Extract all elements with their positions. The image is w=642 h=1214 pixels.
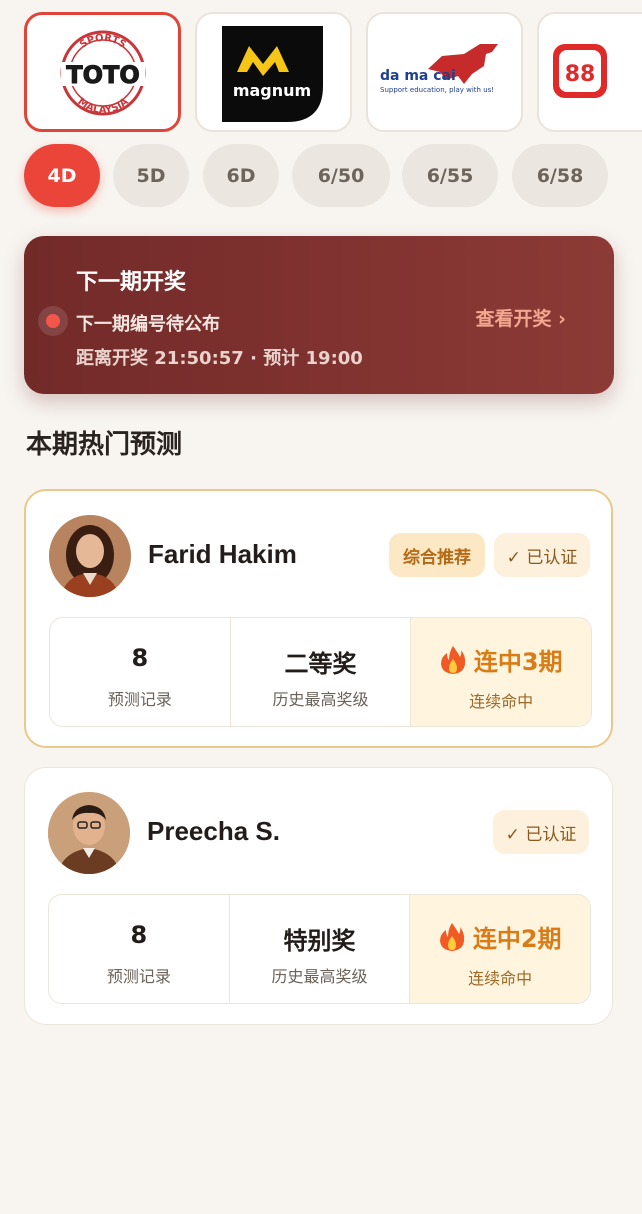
stat-best-prize: 二等奖 历史最高奖级 <box>231 618 412 726</box>
tab-5d[interactable]: 5D <box>113 144 189 207</box>
operator-magnum[interactable]: magnum <box>195 12 352 132</box>
operator-selector: SPORTS MALAYSIA TOTO magnum da ma cai Su… <box>24 12 642 132</box>
avatar <box>48 792 130 874</box>
live-dot-icon <box>38 306 68 336</box>
view-results-link[interactable]: 查看开奖 › <box>476 304 566 331</box>
operator-damacai[interactable]: da ma cai Support education, play with u… <box>366 12 523 132</box>
stat-records: 8 预测记录 <box>49 895 230 1003</box>
recommended-badge: 综合推荐 <box>389 533 485 577</box>
section-title: 本期热门预测 <box>26 430 183 460</box>
svg-text:MALAYSIA: MALAYSIA <box>75 96 130 116</box>
tab-6-55[interactable]: 6/55 <box>402 144 498 207</box>
predictor-card[interactable]: Preecha S. ✓ 已认证 8 预测记录 特别奖 历史最高奖级 连中2期 … <box>24 767 613 1025</box>
operator-toto[interactable]: SPORTS MALAYSIA TOTO <box>24 12 181 132</box>
stat-streak: 连中3期 连续命中 <box>411 618 591 726</box>
avatar-image <box>48 792 130 874</box>
predictor-name: Farid Hakim <box>148 539 297 569</box>
verified-badge: ✓ 已认证 <box>493 810 589 854</box>
toto-logo: SPORTS MALAYSIA TOTO <box>60 30 146 116</box>
stat-records: 8 预测记录 <box>50 618 231 726</box>
predictor-stats: 8 预测记录 二等奖 历史最高奖级 连中3期 连续命中 <box>49 617 592 727</box>
operator-88[interactable]: 88 <box>537 12 642 132</box>
next-draw-number-status: 下一期编号待公布 <box>76 314 220 335</box>
fire-icon <box>439 922 464 951</box>
tab-6-58[interactable]: 6/58 <box>512 144 608 207</box>
avatar-image <box>49 515 131 597</box>
next-draw-title: 下一期开奖 <box>76 270 187 295</box>
svg-text:88: 88 <box>565 62 596 87</box>
tab-6-50[interactable]: 6/50 <box>292 144 390 207</box>
predictor-card[interactable]: Farid Hakim 综合推荐 ✓ 已认证 8 预测记录 二等奖 历史最高奖级… <box>24 489 613 748</box>
tab-6d[interactable]: 6D <box>203 144 279 207</box>
svg-text:magnum: magnum <box>233 81 311 100</box>
countdown-timer: 21:50:57 <box>154 348 244 369</box>
verified-badge: ✓ 已认证 <box>494 533 590 577</box>
fire-icon <box>440 645 465 674</box>
svg-text:da ma cai: da ma cai <box>380 68 456 84</box>
magnum-logo: magnum <box>222 26 323 122</box>
damacai-logo: da ma cai Support education, play with u… <box>380 44 498 94</box>
88-logo: 88 <box>553 44 607 98</box>
svg-text:Support education, play with u: Support education, play with us! <box>380 86 494 94</box>
predictor-name: Preecha S. <box>147 816 280 846</box>
scheduled-time: 19:00 <box>305 348 363 369</box>
predictor-stats: 8 预测记录 特别奖 历史最高奖级 连中2期 连续命中 <box>48 894 591 1004</box>
next-draw-banner: 下一期开奖 下一期编号待公布 距离开奖 21:50:57 · 预计 19:00 … <box>24 236 614 394</box>
avatar <box>49 515 131 597</box>
tab-4d[interactable]: 4D <box>24 144 100 207</box>
stat-streak: 连中2期 连续命中 <box>410 895 590 1003</box>
stat-best-prize: 特别奖 历史最高奖级 <box>230 895 411 1003</box>
next-draw-countdown: 距离开奖 21:50:57 · 预计 19:00 <box>76 348 363 369</box>
svg-text:TOTO: TOTO <box>66 61 140 89</box>
